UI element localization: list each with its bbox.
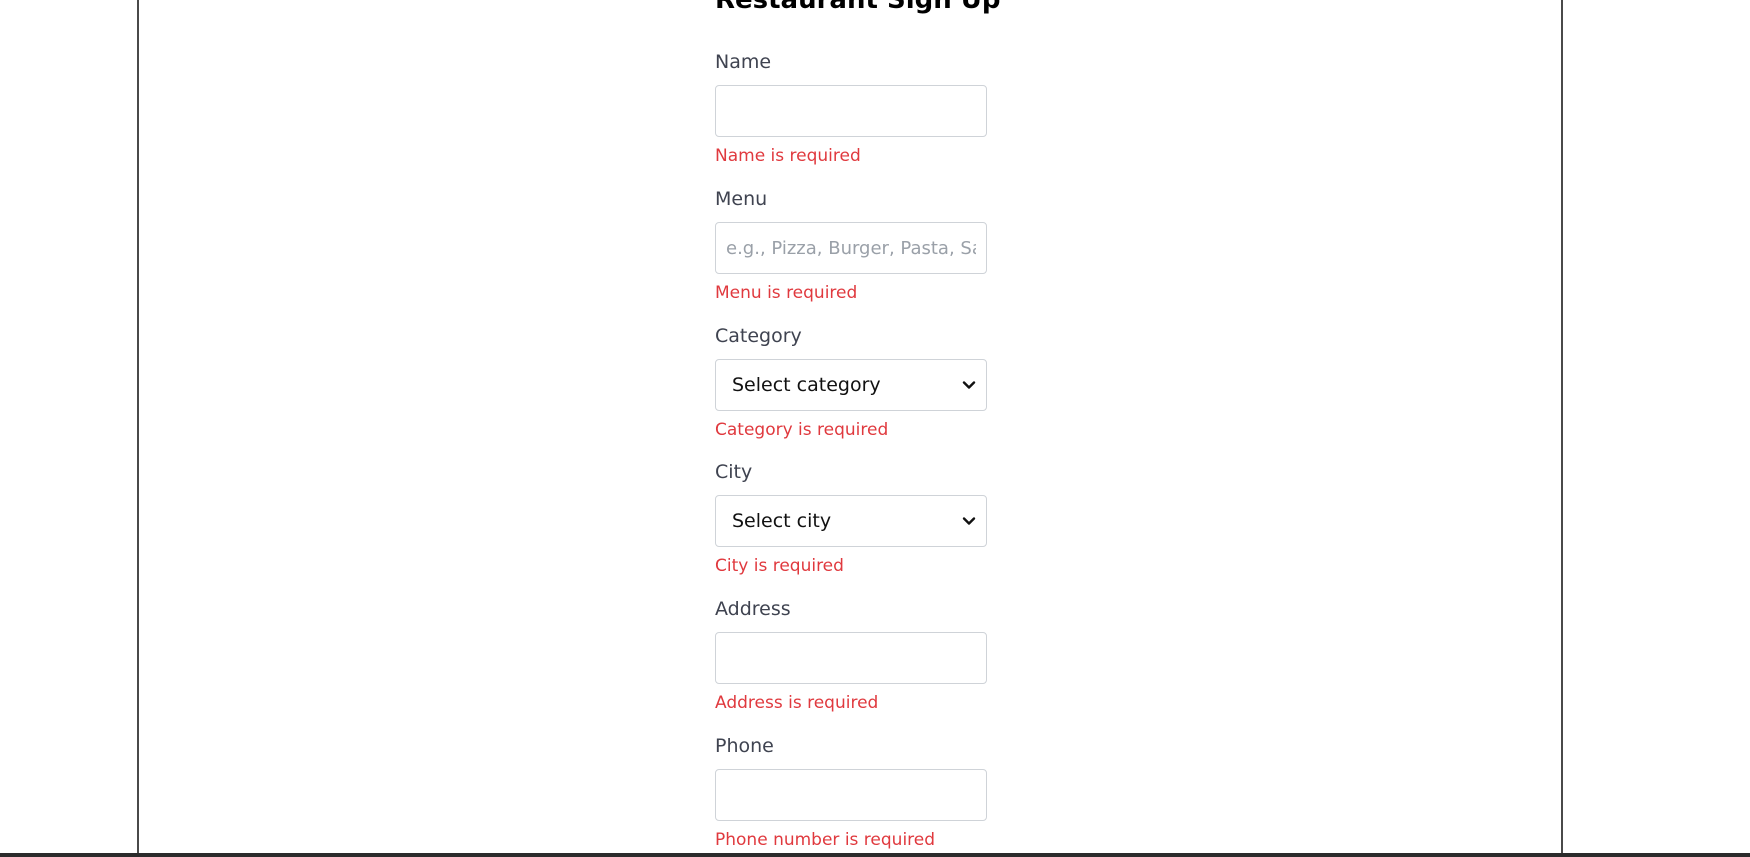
- address-input[interactable]: [715, 632, 987, 684]
- name-label: Name: [715, 51, 772, 73]
- name-input[interactable]: [715, 85, 987, 137]
- city-select-value: Select city: [732, 510, 832, 532]
- category-select[interactable]: Select category: [715, 359, 987, 411]
- city-error: City is required: [715, 556, 844, 576]
- frame-border-right: [1561, 0, 1563, 853]
- category-field-group: Category Select category Category is req…: [715, 324, 987, 440]
- address-label: Address: [715, 598, 791, 620]
- category-error: Category is required: [715, 420, 889, 440]
- form-title: Restaurant Sign Up: [715, 0, 1001, 15]
- menu-label: Menu: [715, 188, 768, 210]
- address-field-group: Address Address is required: [715, 597, 987, 713]
- category-label: Category: [715, 325, 802, 347]
- phone-label: Phone: [715, 735, 774, 757]
- bottom-edge-bar: [0, 853, 1750, 857]
- phone-input[interactable]: [715, 769, 987, 821]
- name-field-group: Name Name is required: [715, 50, 987, 166]
- phone-field-group: Phone Phone number is required: [715, 734, 987, 850]
- city-field-group: City Select city City is required: [715, 460, 987, 576]
- menu-error: Menu is required: [715, 283, 858, 303]
- chevron-down-icon: [962, 381, 976, 389]
- address-error: Address is required: [715, 693, 879, 713]
- menu-field-group: Menu Menu is required: [715, 187, 987, 303]
- chevron-down-icon: [962, 517, 976, 525]
- category-select-value: Select category: [732, 374, 881, 396]
- page-viewport: Restaurant Sign Up Name Name is required…: [0, 0, 1750, 857]
- name-error: Name is required: [715, 146, 861, 166]
- menu-input[interactable]: [715, 222, 987, 274]
- frame-border-left: [137, 0, 139, 853]
- city-label: City: [715, 461, 753, 483]
- city-select[interactable]: Select city: [715, 495, 987, 547]
- phone-error: Phone number is required: [715, 830, 936, 850]
